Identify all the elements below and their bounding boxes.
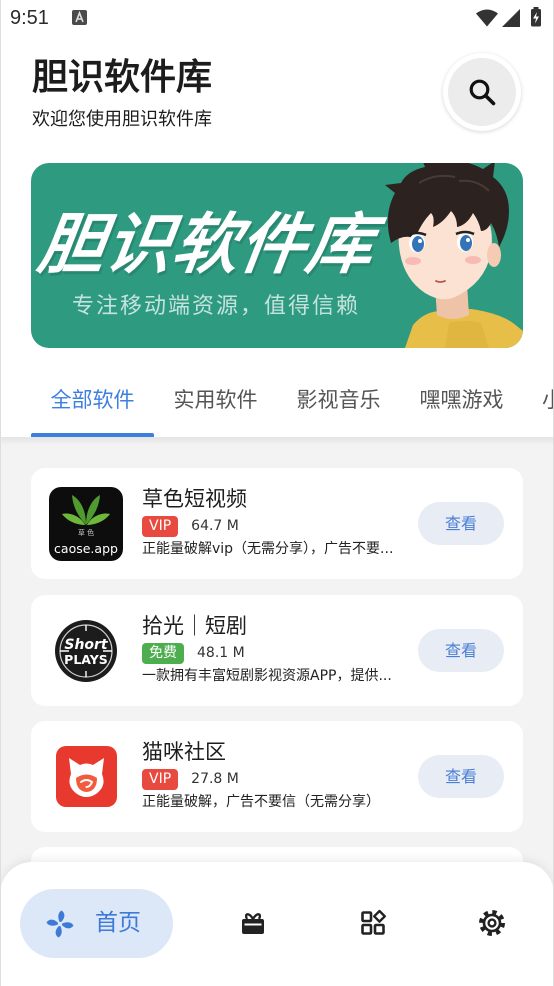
app-badge: 免费 bbox=[142, 643, 184, 664]
short-plays-icon-top: Short bbox=[64, 637, 109, 653]
nav-home-label: 首页 bbox=[95, 910, 141, 936]
battery-charging-icon bbox=[531, 7, 541, 27]
app-meta: VIP 64.7 M bbox=[142, 516, 239, 537]
page-subtitle: 欢迎您使用胆识软件库 bbox=[32, 109, 212, 130]
a-notification-icon bbox=[72, 10, 87, 25]
app-name: 草色短视频 bbox=[142, 487, 247, 511]
pinwheel-icon bbox=[46, 910, 74, 938]
banner-boy-illustration bbox=[385, 163, 523, 348]
banner-tagline: 专注移动端资源，值得信赖 bbox=[72, 294, 361, 319]
app-meta: VIP 27.8 M bbox=[142, 769, 239, 790]
view-button[interactable]: 查看 bbox=[418, 629, 504, 672]
tab-games[interactable]: 嘿嘿游戏 bbox=[400, 378, 523, 433]
caose-icon-domain: caose.app bbox=[54, 541, 118, 556]
nav-home[interactable]: 首页 bbox=[20, 889, 173, 958]
nav-apps[interactable] bbox=[352, 902, 394, 944]
tabs-divider bbox=[0, 437, 554, 445]
status-bar: 9:51 bbox=[0, 0, 554, 36]
signal-icon bbox=[502, 9, 520, 27]
apps-grid-icon bbox=[361, 909, 386, 935]
app-size: 27.8 M bbox=[191, 771, 239, 787]
tab-more[interactable]: 小 bbox=[523, 378, 554, 433]
settings-gear-icon bbox=[479, 910, 505, 936]
app-card[interactable]: 猫咪社区 VIP 27.8 M 正能量破解，广告不要信（无需分享） 查看 bbox=[31, 721, 523, 832]
tab-video-music[interactable]: 影视音乐 bbox=[277, 378, 400, 433]
category-tabs: 全部软件 实用软件 影视音乐 嘿嘿游戏 小 bbox=[31, 378, 554, 437]
app-badge: VIP bbox=[142, 769, 179, 790]
bottom-navigation: 首页 bbox=[0, 862, 554, 986]
search-button-inner[interactable] bbox=[448, 58, 516, 126]
app-description: 正能量破解，广告不要信（无需分享） bbox=[142, 794, 380, 810]
search-button[interactable] bbox=[443, 53, 521, 131]
caose-app-icon: 草 色 caose.app bbox=[49, 487, 123, 561]
banner-title: 胆识软件库 bbox=[33, 206, 380, 283]
short-plays-app-icon: Short PLAYS bbox=[55, 620, 117, 682]
promo-banner[interactable]: 胆识软件库 专注移动端资源，值得信赖 bbox=[31, 163, 523, 348]
app-size: 48.1 M bbox=[197, 645, 245, 661]
nav-settings[interactable] bbox=[471, 902, 513, 944]
wifi-icon bbox=[476, 9, 498, 27]
app-size: 64.7 M bbox=[191, 518, 239, 534]
caose-icon-label: 草 色 bbox=[78, 528, 94, 537]
app-card[interactable]: Short PLAYS 拾光｜短剧 免费 48.1 M 一款拥有丰富短剧影视资源… bbox=[31, 595, 523, 706]
page-title: 胆识软件库 bbox=[32, 57, 213, 98]
tab-utility-software[interactable]: 实用软件 bbox=[154, 378, 277, 433]
app-name: 猫咪社区 bbox=[142, 740, 226, 764]
search-icon bbox=[469, 79, 496, 106]
app-description: 正能量破解vip（无需分享），广告不要... bbox=[142, 541, 394, 557]
tab-all-software[interactable]: 全部软件 bbox=[31, 378, 154, 433]
app-badge: VIP bbox=[142, 516, 179, 537]
view-button[interactable]: 查看 bbox=[418, 755, 504, 798]
app-meta: 免费 48.1 M bbox=[142, 643, 245, 664]
view-button[interactable]: 查看 bbox=[418, 502, 504, 545]
app-name: 拾光｜短剧 bbox=[142, 614, 247, 638]
app-card[interactable]: 草 色 caose.app 草色短视频 VIP 64.7 M 正能量破解vip（… bbox=[31, 468, 523, 579]
app-description: 一款拥有丰富短剧影视资源APP，提供... bbox=[142, 668, 392, 684]
gift-icon bbox=[242, 913, 264, 934]
nav-gift[interactable] bbox=[232, 902, 274, 944]
cat-community-app-icon bbox=[56, 746, 117, 807]
app-screen: 9:51 胆识软件库 欢迎您使用胆识软件库 胆识软件库 专注移动端资源，值得信赖… bbox=[0, 0, 554, 986]
short-plays-icon-bottom: PLAYS bbox=[64, 652, 108, 667]
status-time: 9:51 bbox=[10, 7, 49, 29]
